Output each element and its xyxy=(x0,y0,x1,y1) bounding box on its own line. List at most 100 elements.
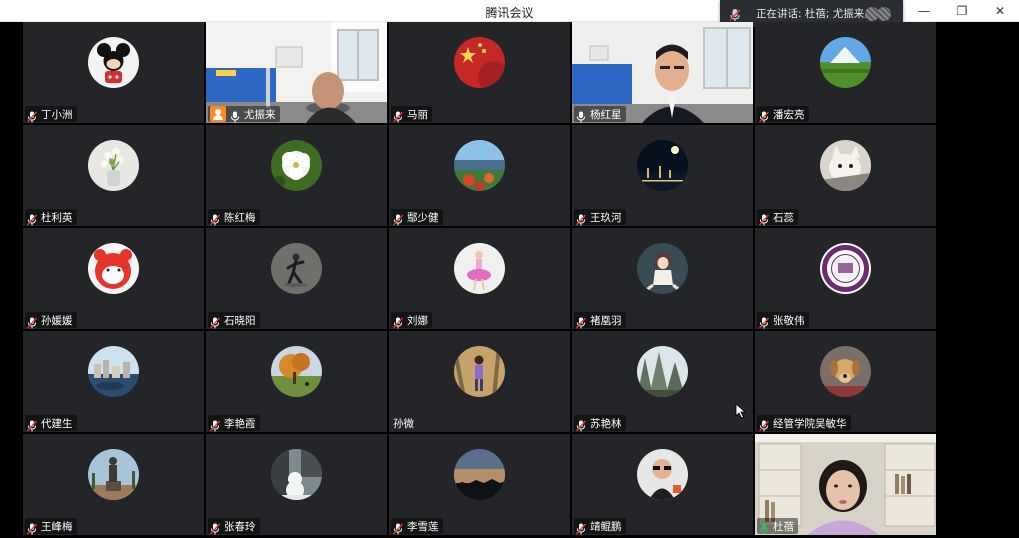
minimize-button[interactable]: — xyxy=(905,0,943,22)
dancer-avatar-icon xyxy=(271,243,322,294)
participant-tile[interactable]: 尤振来 xyxy=(206,22,387,123)
name-tag: 潘宏亮 xyxy=(757,106,809,123)
participant-tile[interactable]: 杜蓓 xyxy=(755,434,936,535)
mic-muted-icon xyxy=(209,520,221,535)
window-controls: — ❐ ✕ xyxy=(905,0,1019,22)
participant-tile[interactable]: 王峰梅 xyxy=(23,434,204,535)
name-tag: 张春玲 xyxy=(208,518,260,535)
name-tag: 尤振来 xyxy=(208,106,280,123)
participant-tile[interactable]: 丁小洲 xyxy=(23,22,204,123)
name-tag: 丁小洲 xyxy=(25,106,77,123)
participant-tile[interactable]: 褚凰羽 xyxy=(572,228,753,329)
mic-muted-icon xyxy=(26,108,38,123)
participant-name: 张敬伟 xyxy=(773,314,805,327)
name-tag: 鄢少健 xyxy=(391,209,443,226)
participant-tile[interactable]: 杨红星 xyxy=(572,22,753,123)
participant-tile[interactable]: 孙媛媛 xyxy=(23,228,204,329)
night-avatar-icon xyxy=(637,140,688,191)
name-tag: 王玖河 xyxy=(574,209,626,226)
participant-name: 石蕊 xyxy=(773,211,794,224)
host-badge-icon xyxy=(210,106,226,122)
participant-tile[interactable]: 张敬伟 xyxy=(755,228,936,329)
name-tag: 石蕊 xyxy=(757,209,798,226)
cartoon-red-avatar-icon xyxy=(88,243,139,294)
participant-tile[interactable]: 苏艳林 xyxy=(572,331,753,432)
city-avatar-icon xyxy=(88,346,139,397)
autumn-tree-avatar-icon xyxy=(271,346,322,397)
name-tag: 苏艳林 xyxy=(574,415,626,432)
participant-tile[interactable]: 李艳霞 xyxy=(206,331,387,432)
name-tag: 代建生 xyxy=(25,415,77,432)
white-flower-avatar-icon xyxy=(271,140,322,191)
mic-muted-icon xyxy=(575,520,587,535)
name-tag: 杜利英 xyxy=(25,209,77,226)
participant-name: 杨红星 xyxy=(590,108,622,121)
mountain-avatar-icon xyxy=(820,37,871,88)
participant-name: 孙微 xyxy=(393,417,414,430)
participant-name: 杜利英 xyxy=(41,211,73,224)
participant-tile[interactable]: 孙微 xyxy=(389,331,570,432)
close-button[interactable]: ✕ xyxy=(981,0,1019,22)
participant-name: 苏艳林 xyxy=(590,417,622,430)
participant-name: 尤振来 xyxy=(244,108,276,121)
mic-muted-icon xyxy=(758,211,770,226)
mic-muted-icon xyxy=(26,520,38,535)
mic-icon xyxy=(576,108,586,123)
participant-name: 丁小洲 xyxy=(41,108,73,121)
participant-tile[interactable]: 陈红梅 xyxy=(206,125,387,226)
participant-name: 褚凰羽 xyxy=(590,314,622,327)
mic-muted-icon xyxy=(26,417,38,432)
participant-tile[interactable]: 刘娜 xyxy=(389,228,570,329)
participant-name: 陈红梅 xyxy=(224,211,256,224)
participant-grid: 丁小洲 尤振来 马丽 杨红星 潘宏亮 杜利英 陈红梅 鄢少健 王玖河 石蕊 孙媛媛 石晓阳 刘娜 褚凰羽张… xyxy=(23,22,938,538)
name-tag: 马丽 xyxy=(391,106,432,123)
participant-name: 孙媛媛 xyxy=(41,314,73,327)
participant-tile[interactable]: 张春玲 xyxy=(206,434,387,535)
participant-name: 王玖河 xyxy=(590,211,622,224)
participant-tile[interactable]: 代建生 xyxy=(23,331,204,432)
sunset-avatar-icon xyxy=(454,449,505,500)
child-avatar-icon xyxy=(454,346,505,397)
man-glasses-avatar-icon xyxy=(637,449,688,500)
name-tag: 石晓阳 xyxy=(208,312,260,329)
mic-muted-icon xyxy=(392,108,404,123)
participant-tile[interactable]: 靖鲲鹏 xyxy=(572,434,753,535)
participant-tile[interactable]: 石蕊 xyxy=(755,125,936,226)
participant-tile[interactable]: 鄢少健 xyxy=(389,125,570,226)
mic-muted-icon xyxy=(209,314,221,329)
participant-tile[interactable]: 杜利英 xyxy=(23,125,204,226)
participant-tile[interactable]: 马丽 xyxy=(389,22,570,123)
participant-name: 代建生 xyxy=(41,417,73,430)
snowman-avatar-icon xyxy=(271,449,322,500)
participant-name: 刘娜 xyxy=(407,314,428,327)
speaker-avatars xyxy=(865,7,893,21)
mic-icon xyxy=(759,520,769,535)
participant-tile[interactable]: 王玖河 xyxy=(572,125,753,226)
mic-muted-icon xyxy=(392,314,404,329)
name-tag: 杨红星 xyxy=(574,106,626,123)
participant-tile[interactable]: 经管学院吴敏华 xyxy=(755,331,936,432)
participant-name: 经管学院吴敏华 xyxy=(773,417,847,430)
name-tag: 陈红梅 xyxy=(208,209,260,226)
restore-button[interactable]: ❐ xyxy=(943,0,981,22)
participant-tile[interactable]: 李雪莲 xyxy=(389,434,570,535)
participant-name: 石晓阳 xyxy=(224,314,256,327)
participant-name: 靖鲲鹏 xyxy=(590,520,622,533)
mic-muted-icon xyxy=(758,314,770,329)
name-tag: 李艳霞 xyxy=(208,415,260,432)
participant-name: 马丽 xyxy=(407,108,428,121)
mickey-avatar-icon xyxy=(88,37,139,88)
participant-tile[interactable]: 潘宏亮 xyxy=(755,22,936,123)
mic-muted-icon xyxy=(209,417,221,432)
nankai-seal-avatar-icon xyxy=(820,243,871,294)
participant-name: 潘宏亮 xyxy=(773,108,805,121)
participant-name: 张春玲 xyxy=(224,520,256,533)
mic-muted-icon xyxy=(26,211,38,226)
mic-muted-icon xyxy=(575,417,587,432)
participant-tile[interactable]: 石晓阳 xyxy=(206,228,387,329)
participant-name: 鄢少健 xyxy=(407,211,439,224)
name-tag: 经管学院吴敏华 xyxy=(757,415,851,432)
mouse-cursor-icon xyxy=(735,403,747,419)
mic-muted-icon xyxy=(575,314,587,329)
statue-avatar-icon xyxy=(88,449,139,500)
